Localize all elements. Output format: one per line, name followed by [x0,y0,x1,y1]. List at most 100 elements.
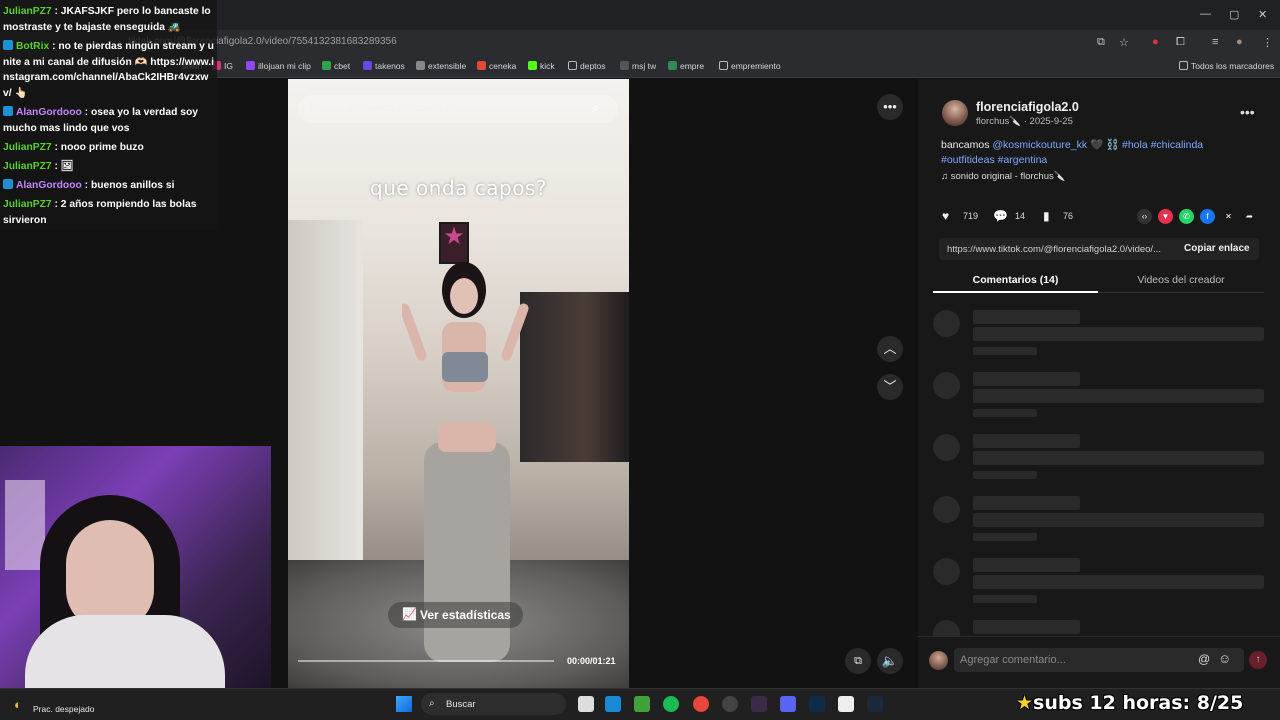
comment-skeleton-line [973,409,1037,417]
chevron-up-icon[interactable]: ︿ [877,336,903,362]
app-icon[interactable] [751,696,767,712]
mention-link[interactable]: @kosmickouture_kk [992,139,1087,151]
minecraft-icon[interactable] [634,696,650,712]
bookmark-icon[interactable]: ▮ [1043,209,1050,223]
star-icon[interactable]: ☆ [1119,36,1129,49]
all-bookmarks[interactable]: Todos los marcadores [1179,61,1274,71]
comment-skeleton-line [973,347,1037,355]
video-time: 00:00/01:21 [567,656,616,666]
creator-avatar[interactable] [942,100,968,126]
video-caption: que onda capos? [370,176,547,200]
file-explorer-icon[interactable] [578,696,594,712]
hashtags-line-1[interactable]: #hola #chicalinda [1122,139,1203,151]
comment-skeleton-line [973,327,1264,341]
minimize-icon[interactable]: — [1200,8,1211,20]
comment-skeleton-line [973,575,1264,589]
extensions-icon[interactable]: ⧠ [1176,36,1185,49]
bookmark-takenos[interactable]: takenos [363,61,405,71]
volume-icon[interactable]: 🔈 [877,648,903,674]
comment-skeleton-line [973,533,1037,541]
tab-creator-videos[interactable]: Videos del creador [1098,268,1264,293]
bookmark-empre[interactable]: empre [668,61,704,71]
creator-username[interactable]: florenciafigola2.0 [976,100,1079,114]
chat-message: AlanGordooo : osea yo la verdad soy much… [3,106,198,134]
bookmark-msj-tw[interactable]: msj tw [620,61,656,71]
send-icon[interactable]: ↑ [1249,651,1267,669]
extension-red-icon[interactable]: ● [1152,36,1159,48]
chat-message: AlanGordooo : buenos anillos si [3,178,215,194]
weather-label[interactable]: Prac. despejado [33,704,94,714]
video-link[interactable]: https://www.tiktok.com/@florenciafigola2… [947,244,1175,255]
edge-icon[interactable] [605,696,621,712]
pip-icon[interactable]: ⧉ [845,648,871,674]
bookmark-cbet[interactable]: cbet [322,61,350,71]
maximize-icon[interactable]: ▢ [1229,8,1239,21]
comment-skeleton-avatar [933,434,960,461]
heart-icon[interactable]: ♥ [942,209,949,223]
mention-icon[interactable]: @ [1198,652,1210,666]
search-icon[interactable]: ⌕ [592,100,599,116]
hashtags-line-2[interactable]: #outfitideas #argentina [941,154,1047,166]
comment-skeleton-avatar [933,496,960,523]
taskbar-search-label: Buscar [446,699,476,710]
reading-list-icon[interactable]: ≡ [1212,36,1218,48]
desc-emoji: 🖤 ⛓️ [1087,139,1122,151]
capcut-icon[interactable] [838,696,854,712]
comment-icon[interactable]: 💬 [993,209,1008,223]
comment-skeleton-line [973,310,1080,324]
tab-comments[interactable]: Comentarios (14) [933,268,1098,293]
bookmark-extensible[interactable]: extensible [416,61,466,71]
sound-link[interactable]: ♫ sonido original - florchus🔪 [941,171,1066,182]
bookmark-kick[interactable]: kick [528,61,555,71]
save-count: 76 [1063,211,1074,221]
photoshop-icon[interactable] [809,696,825,712]
sub-badge-icon [3,179,13,189]
webcam-shelf [5,480,45,570]
menu-icon[interactable]: ⋮ [1262,36,1273,49]
more-icon[interactable]: ••• [1240,104,1255,120]
video-progress-bar[interactable] [298,660,554,662]
install-icon[interactable]: ⧉ [1097,36,1105,49]
x-icon[interactable]: ✕ [1221,209,1236,224]
comment-skeleton-line [973,434,1080,448]
bookmark-illojuan[interactable]: illojuan mi clip [246,61,311,71]
comment-placeholder: Agregar comentario... [960,654,1066,666]
comment-skeleton-line [973,372,1080,386]
webcam-shirt [25,615,225,695]
chat-message: JulianPZ7 : JKAFSJKF pero lo bancaste lo… [3,6,211,33]
comment-skeleton-line [973,595,1037,603]
share-arrow-icon[interactable]: ➦ [1242,209,1257,224]
whatsapp-icon[interactable]: ✆ [1179,209,1194,224]
bookmark-ceneka[interactable]: ceneka [477,61,516,71]
comment-skeleton-line [973,513,1264,527]
facebook-icon[interactable]: f [1200,209,1215,224]
more-options-icon[interactable]: ••• [877,94,903,120]
steam-icon[interactable] [867,696,883,712]
copy-link-button[interactable]: Copiar enlace [1184,243,1250,254]
comment-skeleton-line [973,558,1080,572]
music-icon: ♫ [941,171,951,182]
weather-icon[interactable]: ◐ [14,697,22,712]
profile-icon[interactable]: ● [1236,36,1243,48]
repost-icon[interactable]: ▼ [1158,209,1173,224]
comment-skeleton-avatar [933,558,960,585]
discord-icon[interactable] [780,696,796,712]
bookmark-deptos[interactable]: deptos [568,61,606,71]
sub-badge-icon [3,106,13,116]
bookmark-empremiento[interactable]: empremiento [719,61,781,71]
embed-icon[interactable]: ‹› [1137,209,1152,224]
taskbar-search[interactable] [421,693,566,715]
emoji-icon[interactable]: ☺ [1218,651,1231,666]
chevron-down-icon[interactable]: ﹀ [877,374,903,400]
chrome-icon[interactable] [693,696,709,712]
creator-subline: florchus🔪 · 2025-9-25 [976,116,1073,127]
obs-icon[interactable] [722,696,738,712]
chat-message: JulianPZ7 : 🖼 [3,161,74,172]
windows-start-icon[interactable] [396,696,412,712]
close-window-icon[interactable]: ✕ [1258,8,1267,21]
comment-skeleton-line [973,496,1080,510]
video-clothes-rack [520,292,629,462]
search-icon: ⌕ [429,698,435,709]
sound-label: sonido original - florchus🔪 [950,171,1066,182]
spotify-icon[interactable] [663,696,679,712]
